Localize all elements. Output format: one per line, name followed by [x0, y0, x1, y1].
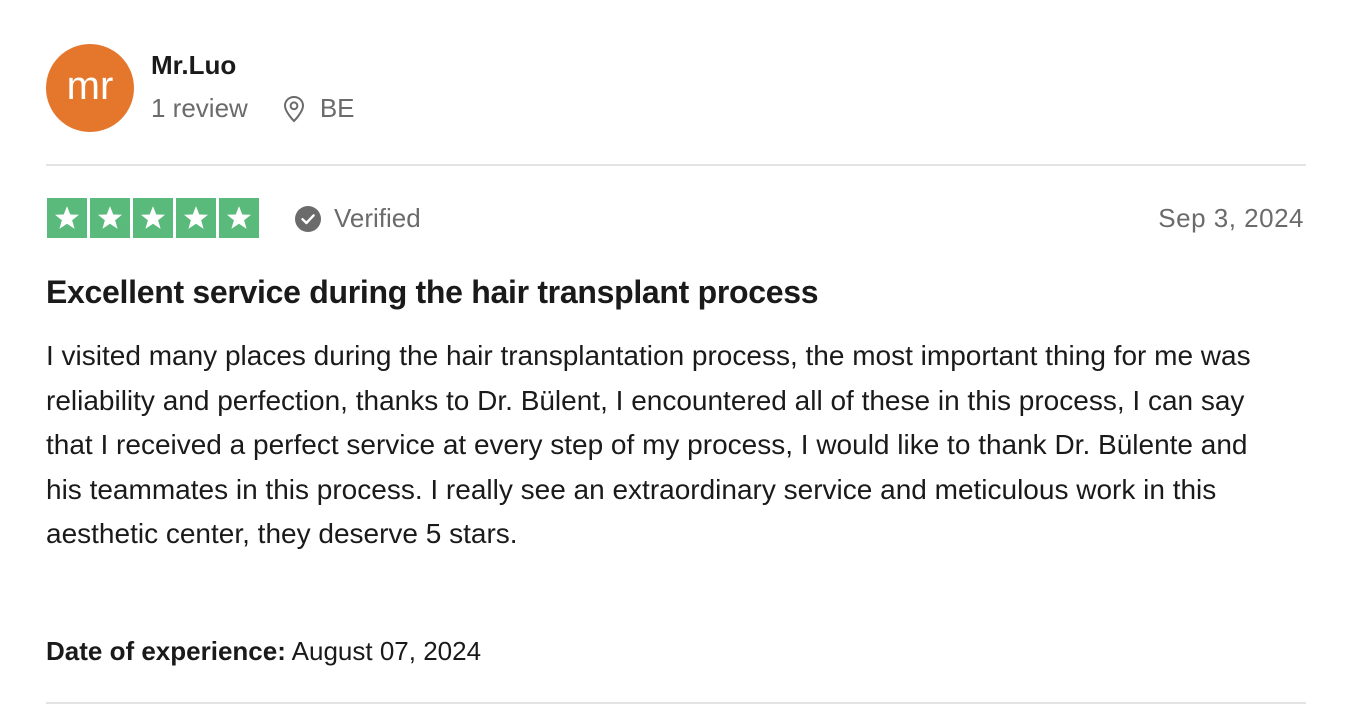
- experience-label: Date of experience:: [46, 636, 286, 666]
- verified-label: Verified: [334, 203, 421, 233]
- avatar-initials: mr: [66, 64, 114, 108]
- star-icon: [47, 198, 87, 238]
- divider: [46, 164, 1306, 166]
- consumer-meta: 1 review BE: [151, 93, 355, 124]
- location-label: BE: [319, 93, 355, 123]
- avatar[interactable]: mr: [46, 44, 134, 132]
- location-pin-icon: [283, 95, 304, 122]
- verified-badge[interactable]: Verified: [294, 203, 421, 234]
- review-card: mr Mr.Luo 1 review BE Verified Sep 3, 20…: [0, 0, 1350, 706]
- consumer-location: BE: [282, 93, 355, 124]
- consumer-name[interactable]: Mr.Luo: [151, 50, 236, 81]
- star-icon: [219, 198, 259, 238]
- review-count: 1 review: [151, 93, 248, 123]
- star-icon: [133, 198, 173, 238]
- review-date: Sep 3, 2024: [1158, 203, 1304, 233]
- experience-date: August 07, 2024: [291, 636, 482, 666]
- date-of-experience: Date of experience: August 07, 2024: [46, 636, 481, 667]
- star-rating: [47, 198, 259, 238]
- star-icon: [176, 198, 216, 238]
- review-title[interactable]: Excellent service during the hair transp…: [46, 274, 819, 311]
- divider: [46, 702, 1306, 704]
- star-icon: [90, 198, 130, 238]
- review-body: I visited many places during the hair tr…: [46, 340, 1251, 549]
- check-circle-icon: [295, 205, 321, 232]
